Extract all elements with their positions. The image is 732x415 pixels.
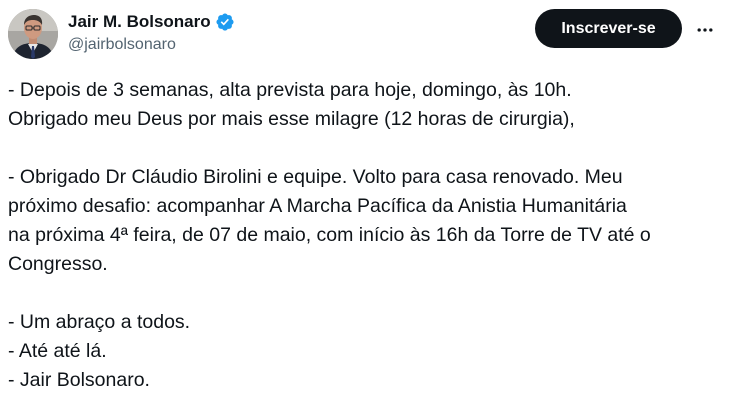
subscribe-button[interactable]: Inscrever-se: [535, 9, 682, 48]
verified-badge-icon[interactable]: [215, 12, 235, 32]
tweet-text: - Depois de 3 semanas, alta prevista par…: [8, 79, 651, 391]
profile-photo-icon: [8, 9, 58, 59]
more-options-button[interactable]: [692, 17, 718, 43]
tweet-card: Jair M. Bolsonaro @jairbolsonaro Inscrev…: [0, 0, 732, 415]
author-name-row: Jair M. Bolsonaro: [68, 11, 235, 33]
author-handle[interactable]: @jairbolsonaro: [68, 36, 176, 54]
author-display-name[interactable]: Jair M. Bolsonaro: [68, 12, 211, 32]
avatar[interactable]: [8, 9, 58, 59]
more-options-icon: [697, 28, 713, 32]
